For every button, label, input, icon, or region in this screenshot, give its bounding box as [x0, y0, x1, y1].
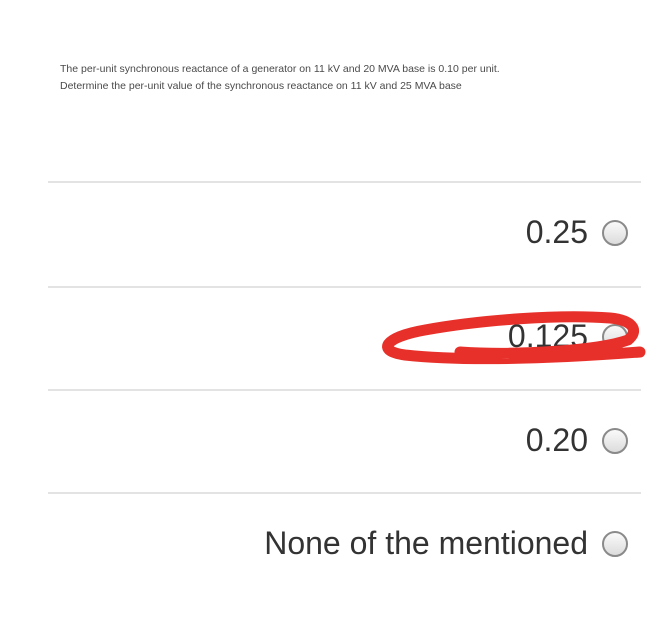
option-label: None of the mentioned	[264, 525, 588, 561]
radio-button[interactable]	[602, 427, 628, 454]
option-0-20[interactable]: 0.20	[526, 422, 628, 459]
divider	[48, 492, 641, 494]
question-text: The per-unit synchronous reactance of a …	[60, 61, 650, 95]
question-line-2: Determine the per-unit value of the sync…	[60, 80, 462, 92]
divider	[48, 389, 641, 391]
divider	[48, 181, 641, 183]
question-line-1: The per-unit synchronous reactance of a …	[60, 63, 500, 75]
radio-button[interactable]	[602, 323, 628, 350]
option-0-25[interactable]: 0.25	[526, 214, 628, 251]
option-label: 0.125	[507, 318, 588, 354]
divider	[48, 286, 641, 288]
radio-button[interactable]	[602, 530, 628, 557]
option-label: 0.25	[525, 214, 588, 250]
option-0-125[interactable]: 0.125	[508, 318, 628, 355]
radio-button[interactable]	[602, 219, 628, 246]
option-none[interactable]: None of the mentioned	[264, 525, 628, 562]
option-label: 0.20	[525, 422, 588, 458]
